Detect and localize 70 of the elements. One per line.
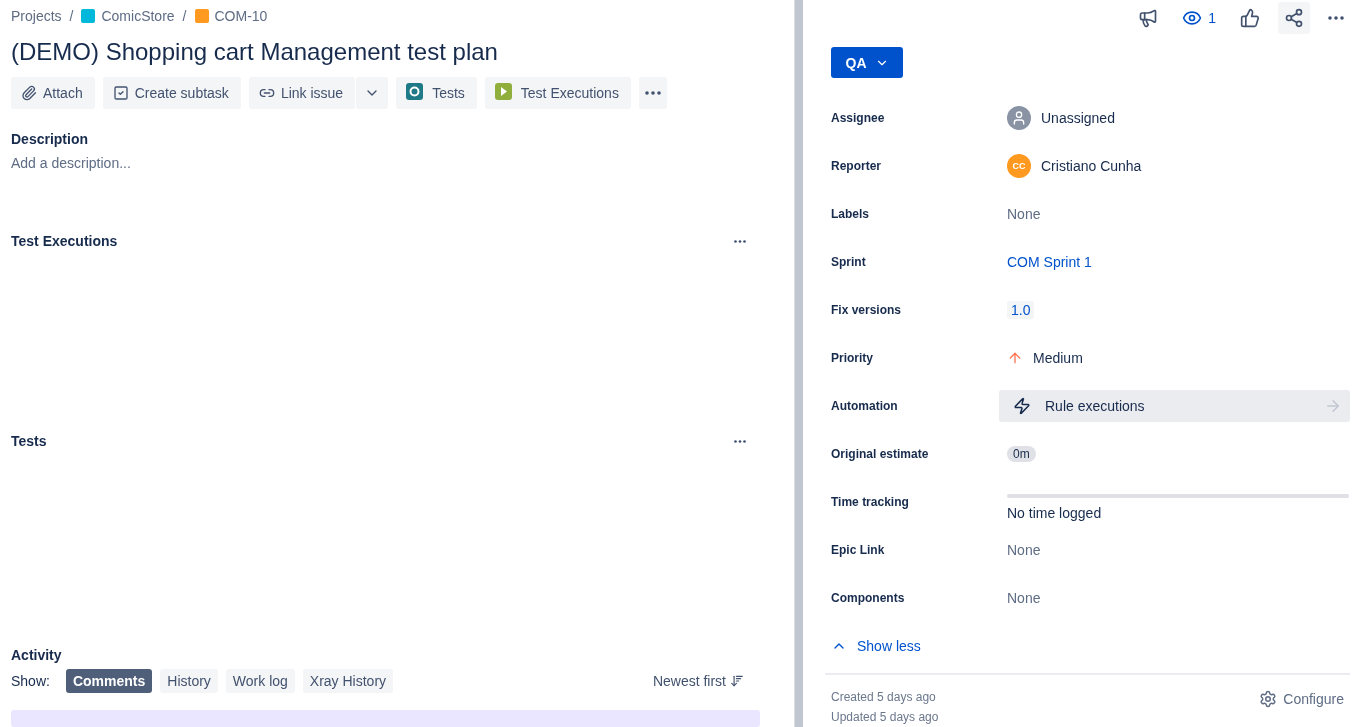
activity-tab[interactable]: History — [160, 669, 218, 694]
show-label: Show: — [11, 673, 50, 690]
lightning-icon — [1013, 397, 1031, 416]
share-button[interactable] — [1278, 1, 1310, 34]
field-label: Sprint — [831, 255, 867, 270]
field-label: Labels — [831, 207, 870, 222]
more-icon — [734, 439, 746, 443]
section-heading: Activity — [11, 647, 63, 664]
user-avatar: CC — [1007, 154, 1031, 179]
sprint-link[interactable]: COM Sprint 1 — [1007, 254, 1092, 271]
project-icon — [81, 8, 96, 23]
more-icon — [734, 239, 746, 243]
description-field[interactable]: Add a description... — [11, 155, 760, 172]
breadcrumb-link[interactable]: COM-10 — [194, 7, 268, 24]
field-value: None — [1007, 542, 1041, 559]
toolbar-button[interactable]: Attach — [11, 77, 95, 110]
field-label: Automation — [831, 399, 899, 414]
paperclip-icon — [21, 85, 37, 102]
field-value: None — [1007, 590, 1041, 607]
field-label: Time tracking — [831, 495, 910, 510]
activity-tab[interactable]: Comments — [65, 669, 153, 694]
checkbox-icon — [112, 85, 129, 102]
breadcrumb-link[interactable]: Projects — [11, 7, 62, 24]
watch-button[interactable]: 1 — [1176, 1, 1222, 34]
link-issue-button[interactable]: Link issue — [248, 77, 356, 110]
toolbar-button[interactable]: Test Executions — [484, 77, 631, 110]
field-label: Epic Link — [831, 543, 886, 558]
field-value[interactable]: Unassigned — [1041, 110, 1115, 127]
field-label: Fix versions — [831, 303, 903, 318]
sort-icon — [730, 674, 744, 689]
toolbar-button[interactable]: Create subtask — [102, 77, 241, 110]
thumbs-up-icon — [1240, 7, 1260, 28]
field-label: Original estimate — [831, 447, 930, 462]
breadcrumb-link[interactable]: ComicStore — [81, 7, 175, 24]
share-icon — [1284, 7, 1304, 28]
megaphone-icon — [1138, 7, 1159, 28]
avatar-icon — [1007, 106, 1031, 131]
more-button[interactable] — [638, 77, 667, 110]
dropdown-button[interactable] — [356, 77, 389, 110]
section-heading: Description — [11, 131, 89, 148]
field-value[interactable]: Cristiano Cunha — [1041, 158, 1142, 175]
automation-button[interactable]: Rule executions — [999, 390, 1350, 423]
field-label: Components — [831, 591, 906, 606]
estimate-badge: 0m — [1007, 446, 1036, 463]
field-label: Assignee — [831, 111, 886, 126]
panel-resize-handle[interactable] — [794, 0, 803, 727]
section-heading: Tests — [11, 433, 47, 450]
settings-icon — [1259, 690, 1278, 708]
more-icon — [644, 91, 661, 96]
activity-tab[interactable]: Work log — [225, 669, 295, 694]
status-button[interactable]: QA — [831, 47, 903, 79]
more-icon — [1328, 15, 1344, 20]
issue-title[interactable]: (DEMO) Shopping cart Management test plan — [11, 31, 760, 74]
breadcrumb-separator: / — [69, 7, 74, 24]
field-value: None — [1007, 206, 1041, 223]
activity-tab[interactable]: Xray History — [302, 669, 394, 694]
field-label: Priority — [831, 351, 874, 366]
issue-type-icon — [194, 8, 209, 23]
configure-button[interactable]: Configure — [1253, 687, 1350, 711]
updated-date: Updated 5 days ago — [831, 709, 939, 726]
created-date: Created 5 days ago — [831, 689, 937, 706]
field-value: No time logged — [1007, 505, 1102, 522]
version-link[interactable]: 1.0 — [1007, 301, 1035, 320]
breadcrumb-separator: / — [182, 7, 187, 24]
field-label: Reporter — [831, 159, 882, 174]
toolbar-button[interactable]: Tests — [396, 77, 477, 110]
field-value[interactable]: Medium — [1033, 350, 1083, 367]
section-heading: Test Executions — [11, 233, 118, 250]
show-less-button[interactable]: Show less — [831, 622, 1350, 669]
sort-button[interactable]: Newest first — [646, 672, 750, 691]
